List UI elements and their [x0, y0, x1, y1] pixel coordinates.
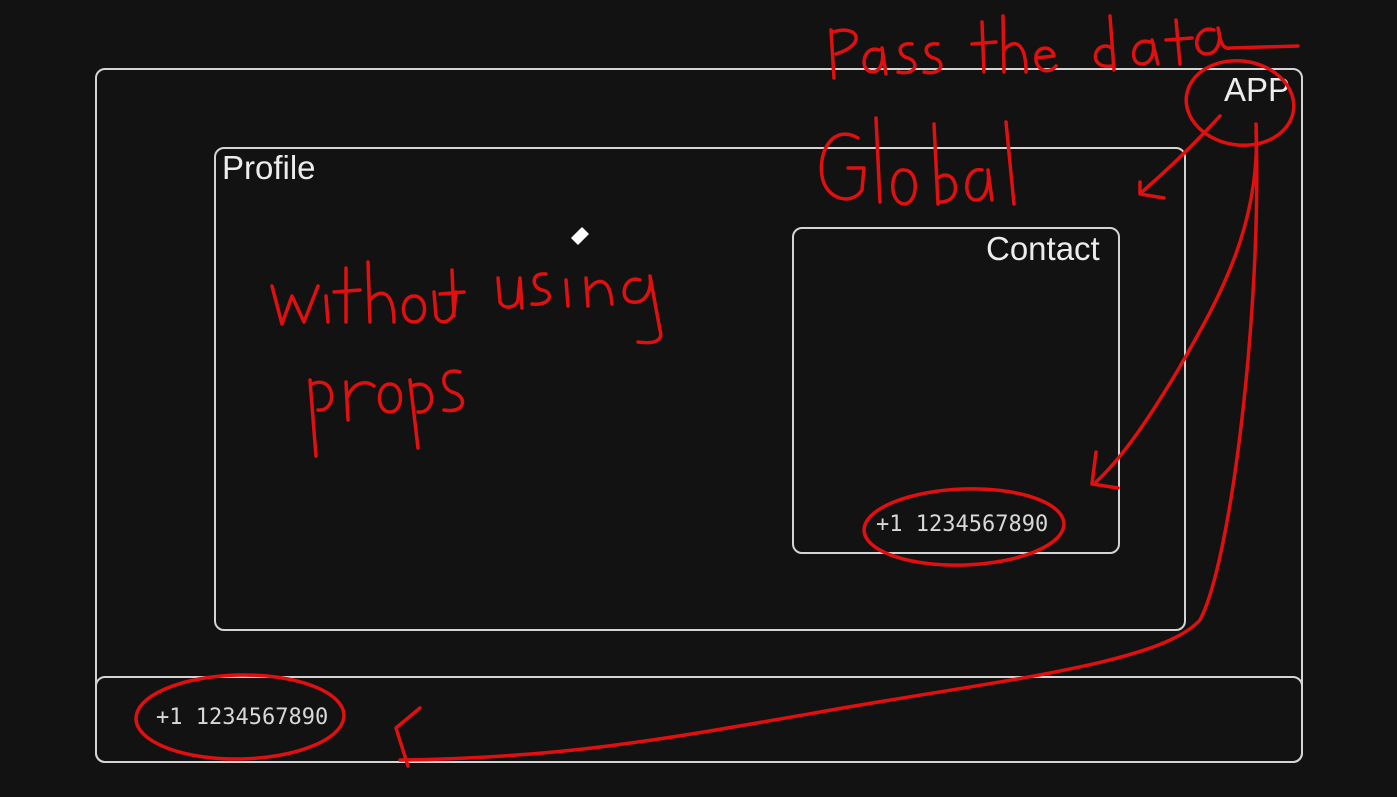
diagram-canvas: APP Profile Contact +1 1234567890 +1 123… — [0, 0, 1397, 797]
footer-phone-number: +1 1234567890 — [156, 705, 329, 730]
app-label: APP — [1224, 71, 1291, 108]
profile-label: Profile — [222, 149, 316, 186]
contact-label: Contact — [986, 230, 1100, 267]
contact-phone-number: +1 1234567890 — [876, 512, 1049, 537]
contact-component-box — [792, 227, 1120, 554]
